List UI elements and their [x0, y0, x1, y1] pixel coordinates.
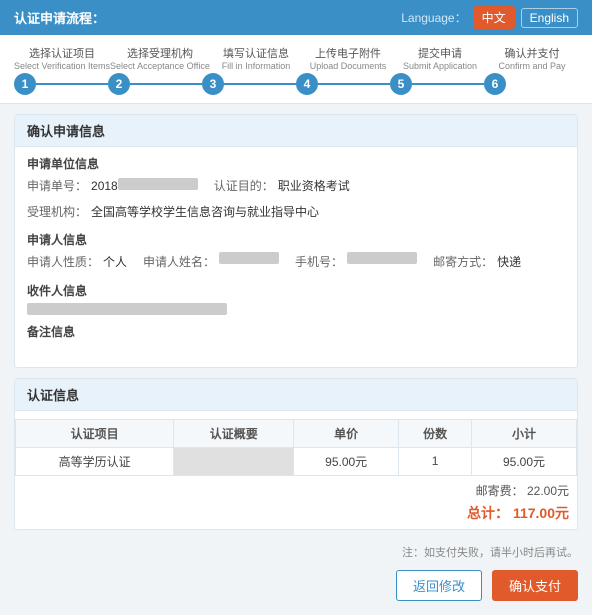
applicant-org-title: 申请单位信息: [27, 155, 565, 172]
steps-circles-row: 1 2 3 4 5 6: [14, 73, 578, 95]
cert-type-value: 职业资格考试: [278, 176, 350, 198]
person-name-item: 申请人姓名：: [143, 252, 279, 274]
cert-table-header-qty: 份数: [399, 419, 472, 447]
cert-table-header-subtotal: 小计: [472, 419, 577, 447]
step-dot-4: 4: [296, 73, 318, 95]
step-dot-5: 5: [390, 73, 412, 95]
person-phone-label: 手机号：: [295, 252, 343, 274]
cert-section-header: 认证信息: [15, 379, 577, 411]
confirm-pay-button[interactable]: 确认支付: [492, 570, 578, 601]
step-label-4: 上传电子附件 Upload Documents: [302, 45, 394, 71]
cert-row-subtotal: 95.00元: [472, 447, 577, 475]
person-mail-label: 邮寄方式：: [433, 252, 493, 274]
step-label-3: 填写认证信息 Fill in Information: [210, 45, 302, 71]
remark-title: 备注信息: [27, 323, 565, 340]
step-node-4: 4: [296, 73, 390, 95]
recipient-title: 收件人信息: [27, 282, 565, 299]
postage-label: 邮寄费：: [476, 484, 524, 498]
person-name-label: 申请人姓名：: [143, 252, 215, 274]
applicant-person-group: 申请人信息 申请人性质： 个人 申请人姓名： 手机号：: [27, 231, 565, 274]
step-conn-2: [130, 83, 202, 85]
cert-row-summary: [174, 447, 294, 475]
step-node-5: 5: [390, 73, 484, 95]
footer-buttons: 返回修改 确认支付: [14, 564, 578, 605]
person-phone-value: [347, 252, 417, 264]
step-dot-2: 2: [108, 73, 130, 95]
cert-row-item: 高等学历认证: [16, 447, 174, 475]
applicant-person-row: 申请人性质： 个人 申请人姓名： 手机号： 邮寄方式： 快递: [27, 252, 565, 274]
person-type-item: 申请人性质： 个人: [27, 252, 127, 274]
recipient-row: [27, 303, 565, 315]
confirm-section-card: 确认申请信息 申请单位信息 申请单号： 2018 认证目的： 职业资格考试 受理…: [14, 114, 578, 368]
step-node-2: 2: [108, 73, 202, 95]
cert-table-row: 高等学历认证 95.00元 1 95.00元: [16, 447, 577, 475]
step-label-5: 提交申请 Submit Application: [394, 45, 486, 71]
cert-row-qty: 1: [399, 447, 472, 475]
step-dot-3: 3: [202, 73, 224, 95]
step-conn-1: [36, 83, 108, 85]
total-row: 总计： 117.00元: [23, 501, 569, 525]
step-dot-6: 6: [484, 73, 506, 95]
page-title: 认证申请流程：: [14, 8, 105, 27]
step-dot-1: 1: [14, 73, 36, 95]
step-label-6: 确认并支付 Confirm and Pay: [486, 45, 578, 71]
person-mail-value: 快递: [497, 252, 521, 274]
steps-labels-row: 选择认证项目 Select Verification Items 选择受理机构 …: [14, 45, 578, 71]
postage-value: 22.00元: [527, 484, 569, 498]
cert-type-label: 认证目的：: [214, 176, 274, 198]
step-conn-4: [318, 83, 390, 85]
cert-table: 认证项目 认证概要 单价 份数 小计 高等学历认证 95.00元 1 95.00…: [15, 419, 577, 476]
step-node-1: 1: [14, 73, 108, 95]
org-item: 受理机构： 全国高等学校学生信息咨询与就业指导中心: [27, 202, 319, 224]
lang-zh-button[interactable]: 中文: [473, 6, 515, 29]
note-text: 注：如支付失败，请半小时后再试。: [14, 540, 578, 564]
step-node-6: 6: [484, 73, 578, 95]
confirm-section-body: 申请单位信息 申请单号： 2018 认证目的： 职业资格考试 受理机构： 全国高…: [15, 147, 577, 367]
cert-table-header-summary: 认证概要: [174, 419, 294, 447]
top-bar: 认证申请流程： Language： 中文 English: [0, 0, 592, 35]
cert-section-card: 认证信息 认证项目 认证概要 单价 份数 小计 高等学历认证: [14, 378, 578, 530]
language-label: Language：: [401, 9, 466, 26]
step-bar: 选择认证项目 Select Verification Items 选择受理机构 …: [0, 35, 592, 104]
subtotals-area: 邮寄费： 22.00元 总计： 117.00元: [15, 476, 577, 529]
person-mail-item: 邮寄方式： 快递: [433, 252, 521, 274]
step-label-2: 选择受理机构 Select Acceptance Office: [110, 45, 210, 71]
step-conn-3: [224, 83, 296, 85]
total-label: 总计：: [467, 505, 509, 521]
postage-row: 邮寄费： 22.00元: [23, 480, 569, 501]
back-button[interactable]: 返回修改: [396, 570, 482, 601]
step-node-3: 3: [202, 73, 296, 95]
applicant-org-row: 申请单号： 2018 认证目的： 职业资格考试 受理机构： 全国高等学校学生信息…: [27, 176, 565, 223]
applicant-org-group: 申请单位信息 申请单号： 2018 认证目的： 职业资格考试 受理机构： 全国高…: [27, 155, 565, 223]
applicant-person-title: 申请人信息: [27, 231, 565, 248]
remark-group: 备注信息: [27, 323, 565, 351]
person-name-value: [219, 252, 279, 264]
lang-en-button[interactable]: English: [521, 8, 578, 28]
order-value: 2018: [91, 176, 198, 198]
org-label: 受理机构：: [27, 202, 87, 224]
cert-row-price: 95.00元: [294, 447, 399, 475]
cert-table-header-row: 认证项目 认证概要 单价 份数 小计: [16, 419, 577, 447]
step-label-1: 选择认证项目 Select Verification Items: [14, 45, 110, 71]
cert-table-header-item: 认证项目: [16, 419, 174, 447]
order-label: 申请单号：: [27, 176, 87, 198]
person-type-label: 申请人性质：: [27, 252, 99, 274]
step-conn-5: [412, 83, 484, 85]
main-content: 确认申请信息 申请单位信息 申请单号： 2018 认证目的： 职业资格考试 受理…: [0, 104, 592, 615]
steps-wrapper: 选择认证项目 Select Verification Items 选择受理机构 …: [14, 45, 578, 95]
total-value: 117.00元: [513, 505, 569, 521]
confirm-section-header: 确认申请信息: [15, 115, 577, 147]
cert-section-body: 认证项目 认证概要 单价 份数 小计 高等学历认证 95.00元 1 95.00…: [15, 411, 577, 529]
recipient-value: [27, 303, 227, 315]
cert-table-header-price: 单价: [294, 419, 399, 447]
order-item: 申请单号： 2018: [27, 176, 198, 198]
person-type-value: 个人: [103, 252, 127, 274]
person-phone-item: 手机号：: [295, 252, 417, 274]
org-value: 全国高等学校学生信息咨询与就业指导中心: [91, 202, 319, 224]
language-switcher: Language： 中文 English: [401, 6, 578, 29]
cert-type-item: 认证目的： 职业资格考试: [214, 176, 350, 198]
recipient-group: 收件人信息: [27, 282, 565, 315]
